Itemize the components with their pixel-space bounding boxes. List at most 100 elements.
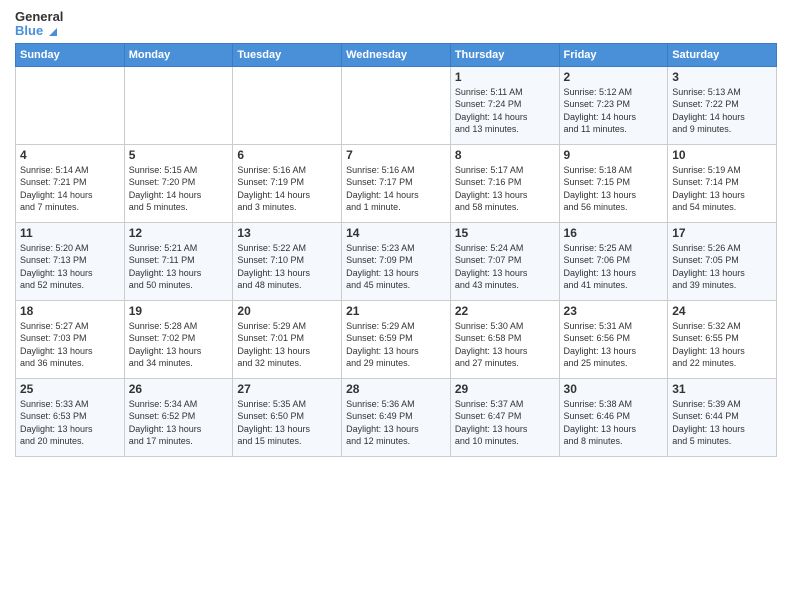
calendar-cell: 29 Sunrise: 5:37 AM Sunset: 6:47 PM Dayli… [450,378,559,456]
day-info: Sunrise: 5:26 AM Sunset: 7:05 PM Dayligh… [672,242,772,292]
day-number: 3 [672,70,772,84]
day-number: 8 [455,148,555,162]
day-number: 11 [20,226,120,240]
day-number: 25 [20,382,120,396]
week-row-2: 4 Sunrise: 5:14 AM Sunset: 7:21 PM Daylig… [16,144,777,222]
day-number: 26 [129,382,229,396]
week-row-1: 1 Sunrise: 5:11 AM Sunset: 7:24 PM Daylig… [16,66,777,144]
day-number: 24 [672,304,772,318]
day-info: Sunrise: 5:39 AM Sunset: 6:44 PM Dayligh… [672,398,772,448]
day-info: Sunrise: 5:27 AM Sunset: 7:03 PM Dayligh… [20,320,120,370]
day-number: 14 [346,226,446,240]
day-number: 5 [129,148,229,162]
day-header-wednesday: Wednesday [342,43,451,66]
day-info: Sunrise: 5:31 AM Sunset: 6:56 PM Dayligh… [564,320,664,370]
day-info: Sunrise: 5:14 AM Sunset: 7:21 PM Dayligh… [20,164,120,214]
day-number: 20 [237,304,337,318]
logo: General Blue [15,10,63,39]
day-number: 6 [237,148,337,162]
logo-line1: General [15,10,63,24]
calendar-cell: 17 Sunrise: 5:26 AM Sunset: 7:05 PM Dayli… [668,222,777,300]
logo-line2: Blue [15,24,63,38]
calendar-cell [124,66,233,144]
day-number: 29 [455,382,555,396]
day-number: 21 [346,304,446,318]
calendar-cell: 23 Sunrise: 5:31 AM Sunset: 6:56 PM Dayli… [559,300,668,378]
day-info: Sunrise: 5:25 AM Sunset: 7:06 PM Dayligh… [564,242,664,292]
day-info: Sunrise: 5:32 AM Sunset: 6:55 PM Dayligh… [672,320,772,370]
day-info: Sunrise: 5:18 AM Sunset: 7:15 PM Dayligh… [564,164,664,214]
calendar-cell: 14 Sunrise: 5:23 AM Sunset: 7:09 PM Dayli… [342,222,451,300]
calendar-cell: 3Sunrise: 5:13 AM Sunset: 7:22 PM Daylig… [668,66,777,144]
day-info: Sunrise: 5:11 AM Sunset: 7:24 PM Dayligh… [455,86,555,136]
day-number: 18 [20,304,120,318]
calendar-cell: 4 Sunrise: 5:14 AM Sunset: 7:21 PM Daylig… [16,144,125,222]
day-number: 30 [564,382,664,396]
day-number: 22 [455,304,555,318]
day-info: Sunrise: 5:16 AM Sunset: 7:17 PM Dayligh… [346,164,446,214]
calendar-cell: 21Sunrise: 5:29 AM Sunset: 6:59 PM Dayli… [342,300,451,378]
calendar-container: General Blue SundayMondayTuesdayWednesda… [0,0,792,467]
calendar-cell: 31Sunrise: 5:39 AM Sunset: 6:44 PM Dayli… [668,378,777,456]
day-info: Sunrise: 5:36 AM Sunset: 6:49 PM Dayligh… [346,398,446,448]
calendar-cell [233,66,342,144]
calendar-cell: 6 Sunrise: 5:16 AM Sunset: 7:19 PM Daylig… [233,144,342,222]
week-row-4: 18 Sunrise: 5:27 AM Sunset: 7:03 PM Dayli… [16,300,777,378]
calendar-cell: 30 Sunrise: 5:38 AM Sunset: 6:46 PM Dayli… [559,378,668,456]
day-header-monday: Monday [124,43,233,66]
calendar-cell: 7 Sunrise: 5:16 AM Sunset: 7:17 PM Daylig… [342,144,451,222]
day-header-friday: Friday [559,43,668,66]
day-number: 9 [564,148,664,162]
calendar-cell: 20Sunrise: 5:29 AM Sunset: 7:01 PM Dayli… [233,300,342,378]
day-number: 15 [455,226,555,240]
calendar-cell: 27 Sunrise: 5:35 AM Sunset: 6:50 PM Dayli… [233,378,342,456]
day-info: Sunrise: 5:12 AM Sunset: 7:23 PM Dayligh… [564,86,664,136]
day-info: Sunrise: 5:24 AM Sunset: 7:07 PM Dayligh… [455,242,555,292]
calendar-cell: 25 Sunrise: 5:33 AM Sunset: 6:53 PM Dayli… [16,378,125,456]
day-info: Sunrise: 5:28 AM Sunset: 7:02 PM Dayligh… [129,320,229,370]
calendar-cell: 5 Sunrise: 5:15 AM Sunset: 7:20 PM Daylig… [124,144,233,222]
calendar-cell [342,66,451,144]
day-number: 1 [455,70,555,84]
week-row-3: 11 Sunrise: 5:20 AM Sunset: 7:13 PM Dayli… [16,222,777,300]
calendar-cell: 8 Sunrise: 5:17 AM Sunset: 7:16 PM Daylig… [450,144,559,222]
calendar-cell: 12 Sunrise: 5:21 AM Sunset: 7:11 PM Dayli… [124,222,233,300]
day-number: 27 [237,382,337,396]
calendar-cell [16,66,125,144]
calendar-cell: 9 Sunrise: 5:18 AM Sunset: 7:15 PM Daylig… [559,144,668,222]
calendar-cell: 24 Sunrise: 5:32 AM Sunset: 6:55 PM Dayli… [668,300,777,378]
day-info: Sunrise: 5:38 AM Sunset: 6:46 PM Dayligh… [564,398,664,448]
day-number: 2 [564,70,664,84]
day-info: Sunrise: 5:20 AM Sunset: 7:13 PM Dayligh… [20,242,120,292]
calendar-cell: 1 Sunrise: 5:11 AM Sunset: 7:24 PM Daylig… [450,66,559,144]
day-header-thursday: Thursday [450,43,559,66]
day-header-sunday: Sunday [16,43,125,66]
day-info: Sunrise: 5:16 AM Sunset: 7:19 PM Dayligh… [237,164,337,214]
day-info: Sunrise: 5:33 AM Sunset: 6:53 PM Dayligh… [20,398,120,448]
week-row-5: 25 Sunrise: 5:33 AM Sunset: 6:53 PM Dayli… [16,378,777,456]
calendar-cell: 16 Sunrise: 5:25 AM Sunset: 7:06 PM Dayli… [559,222,668,300]
day-info: Sunrise: 5:17 AM Sunset: 7:16 PM Dayligh… [455,164,555,214]
day-number: 12 [129,226,229,240]
day-info: Sunrise: 5:34 AM Sunset: 6:52 PM Dayligh… [129,398,229,448]
day-header-tuesday: Tuesday [233,43,342,66]
day-info: Sunrise: 5:15 AM Sunset: 7:20 PM Dayligh… [129,164,229,214]
day-info: Sunrise: 5:35 AM Sunset: 6:50 PM Dayligh… [237,398,337,448]
calendar-cell: 28Sunrise: 5:36 AM Sunset: 6:49 PM Dayli… [342,378,451,456]
day-info: Sunrise: 5:21 AM Sunset: 7:11 PM Dayligh… [129,242,229,292]
day-number: 17 [672,226,772,240]
calendar-cell: 11 Sunrise: 5:20 AM Sunset: 7:13 PM Dayli… [16,222,125,300]
calendar-cell: 26 Sunrise: 5:34 AM Sunset: 6:52 PM Dayli… [124,378,233,456]
calendar-cell: 19Sunrise: 5:28 AM Sunset: 7:02 PM Dayli… [124,300,233,378]
day-info: Sunrise: 5:37 AM Sunset: 6:47 PM Dayligh… [455,398,555,448]
day-number: 7 [346,148,446,162]
calendar-cell: 10Sunrise: 5:19 AM Sunset: 7:14 PM Dayli… [668,144,777,222]
calendar-cell: 2 Sunrise: 5:12 AM Sunset: 7:23 PM Daylig… [559,66,668,144]
day-info: Sunrise: 5:23 AM Sunset: 7:09 PM Dayligh… [346,242,446,292]
day-number: 10 [672,148,772,162]
day-number: 16 [564,226,664,240]
day-info: Sunrise: 5:30 AM Sunset: 6:58 PM Dayligh… [455,320,555,370]
day-number: 23 [564,304,664,318]
day-info: Sunrise: 5:22 AM Sunset: 7:10 PM Dayligh… [237,242,337,292]
day-number: 4 [20,148,120,162]
